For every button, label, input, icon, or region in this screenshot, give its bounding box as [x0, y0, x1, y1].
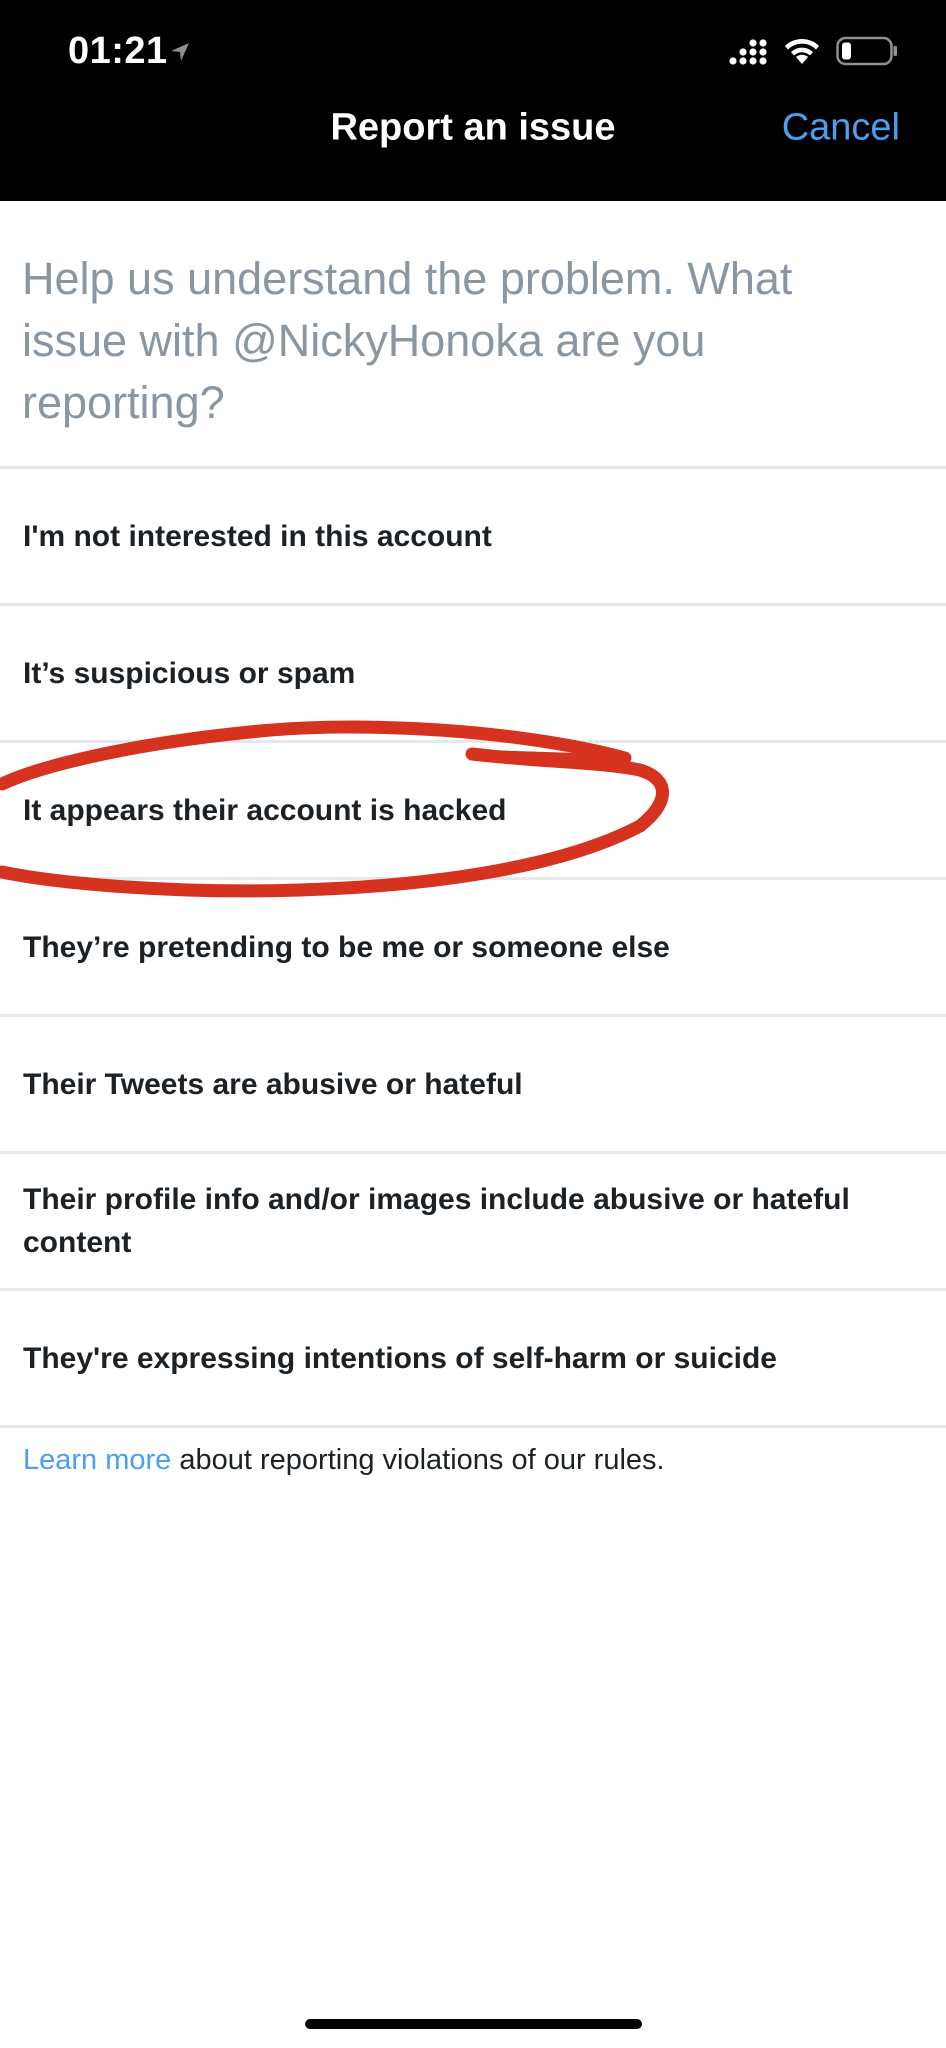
top-bar: 01:21 Report an issue Cancel: [0, 0, 946, 201]
option-abusive-tweets[interactable]: Their Tweets are abusive or hateful: [0, 1017, 946, 1151]
option-label: They’re pretending to be me or someone e…: [23, 930, 670, 964]
footer-text: about reporting violations of our rules.: [171, 1444, 665, 1476]
option-self-harm[interactable]: They're expressing intentions of self-ha…: [0, 1291, 946, 1425]
option-suspicious-spam[interactable]: It’s suspicious or spam: [0, 606, 946, 740]
report-issue-screen: 01:21 Report an issue Cancel Help us und…: [0, 0, 946, 2048]
wifi-icon: [785, 38, 819, 64]
option-label: Their Tweets are abusive or hateful: [23, 1067, 523, 1101]
footer-note: Learn more about reporting violations of…: [23, 1444, 665, 1477]
option-label: Their profile info and/or images include…: [23, 1183, 850, 1259]
signal-icon: [729, 39, 767, 65]
option-not-interested[interactable]: I'm not interested in this account: [0, 469, 946, 603]
status-time: 01:21: [68, 30, 168, 72]
option-label: They're expressing intentions of self-ha…: [23, 1341, 777, 1375]
page-title-text: Report an issue: [330, 106, 616, 149]
learn-more-link[interactable]: Learn more: [23, 1444, 171, 1476]
report-prompt: Help us understand the problem. What iss…: [22, 253, 793, 428]
option-account-hacked[interactable]: It appears their account is hacked: [0, 743, 946, 877]
option-label: It’s suspicious or spam: [23, 656, 356, 690]
home-indicator: [305, 2019, 642, 2029]
option-impersonation[interactable]: They’re pretending to be me or someone e…: [0, 880, 946, 1014]
option-label: I'm not interested in this account: [23, 519, 492, 553]
report-options-list: I'm not interested in this account It’s …: [0, 466, 946, 1428]
option-label: It appears their account is hacked: [23, 793, 507, 827]
battery-icon: [836, 36, 897, 66]
location-arrow-icon: [171, 43, 189, 61]
cancel-button[interactable]: Cancel: [782, 107, 900, 150]
divider: [0, 1425, 946, 1428]
option-abusive-profile[interactable]: Their profile info and/or images include…: [0, 1154, 946, 1288]
